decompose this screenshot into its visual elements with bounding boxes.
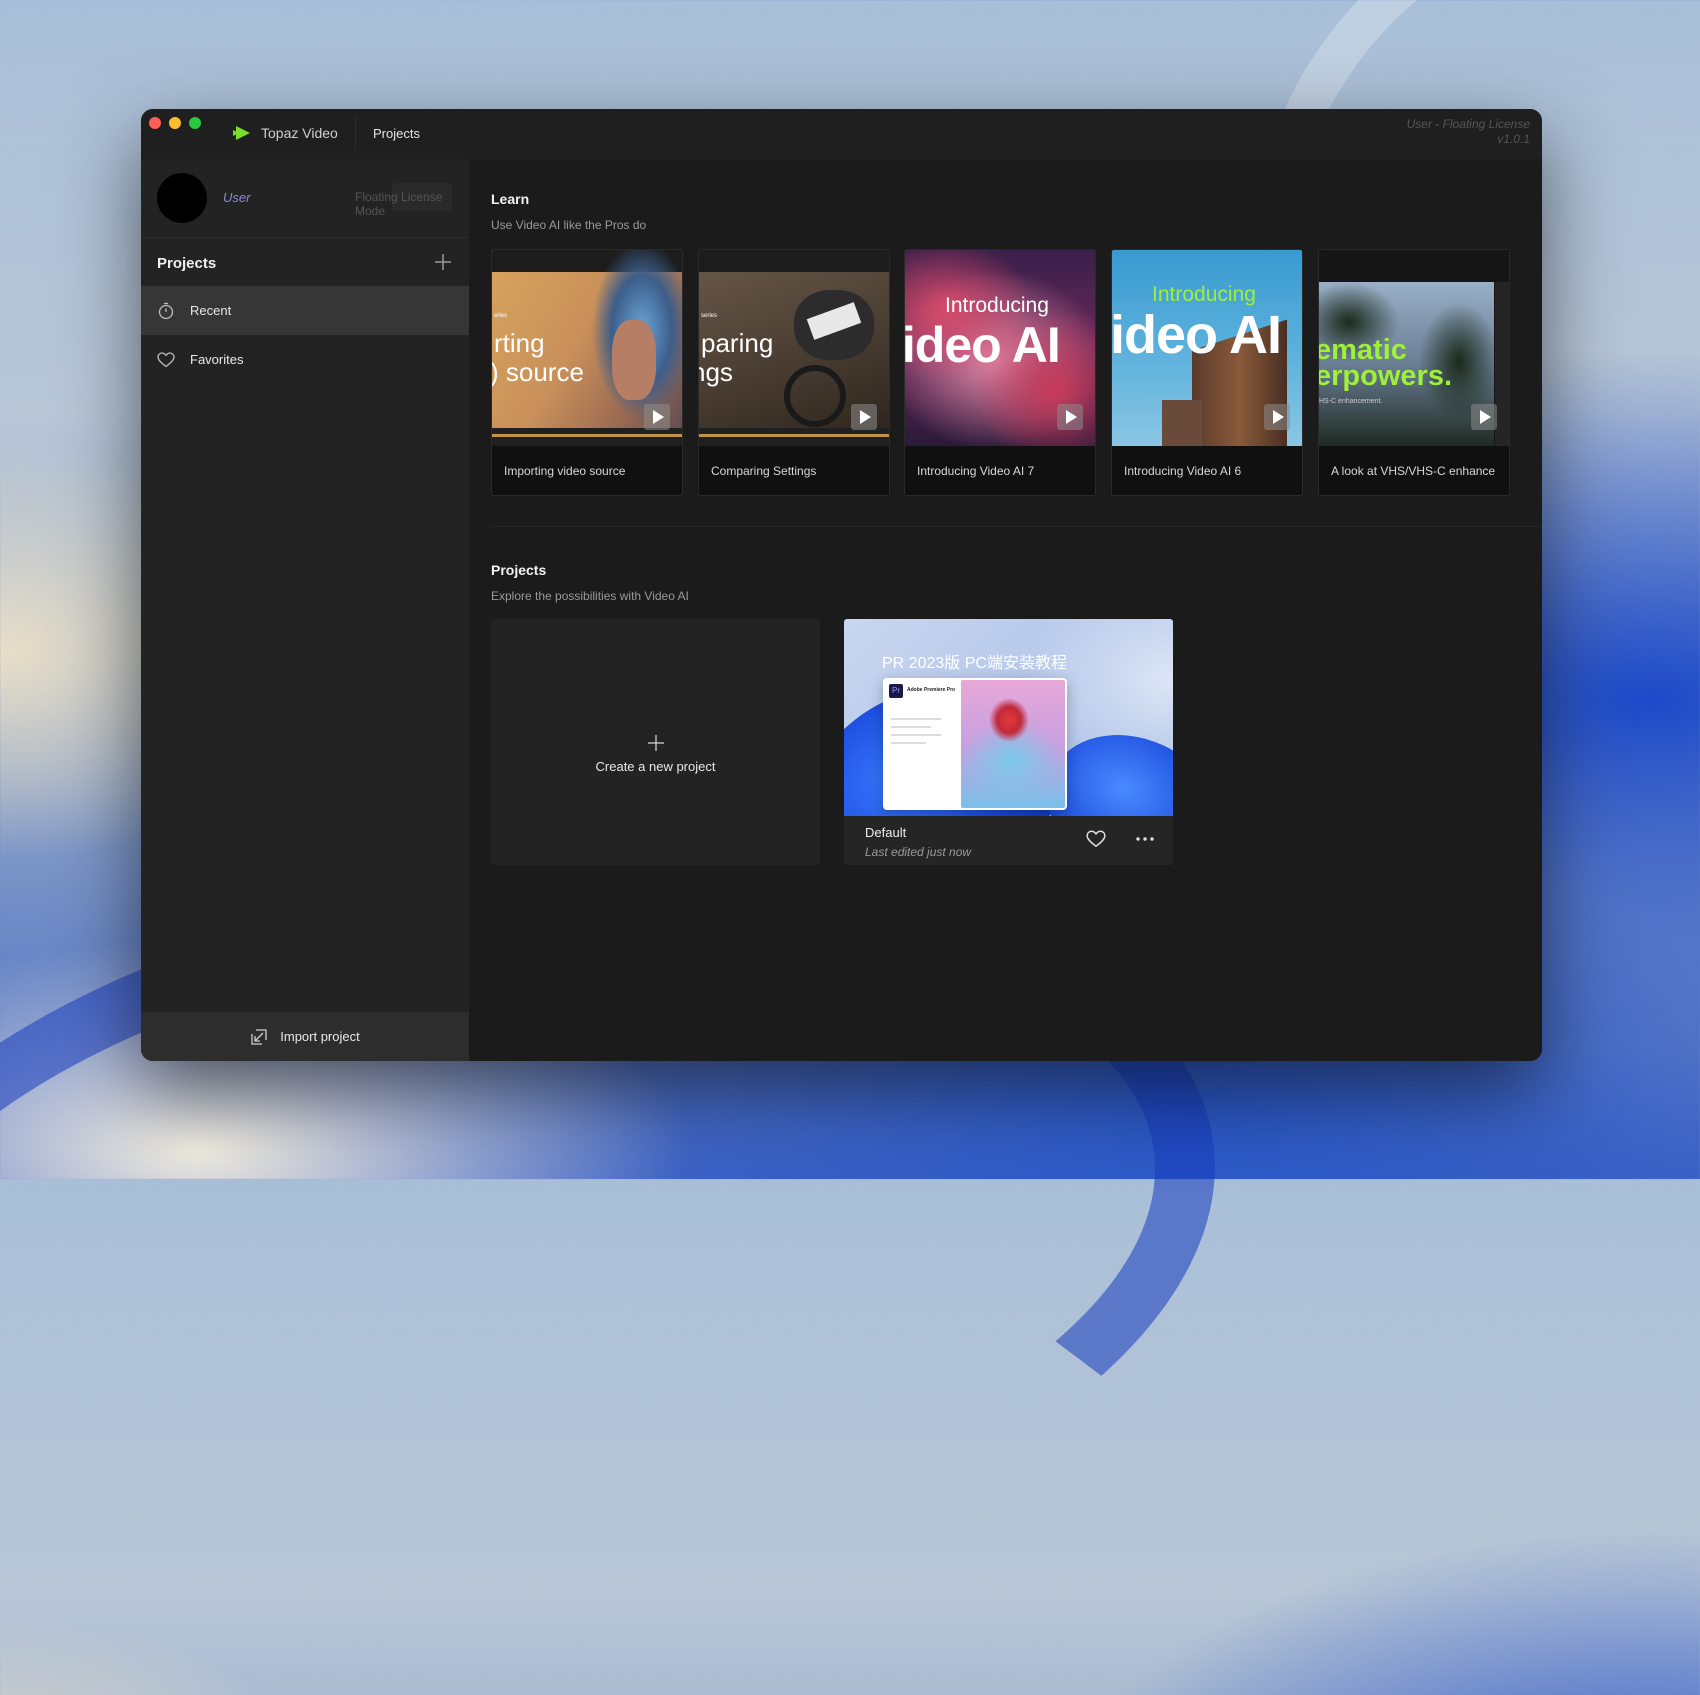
sidebar-item-label: Favorites xyxy=(190,352,244,367)
license-mode: Floating License Mode xyxy=(355,190,443,218)
heart-icon xyxy=(156,350,176,370)
plus-icon xyxy=(647,735,664,751)
import-label: Import project xyxy=(280,1029,360,1044)
create-project-card[interactable]: Create a new project xyxy=(491,619,820,865)
plus-icon xyxy=(435,254,451,270)
play-icon[interactable] xyxy=(851,404,877,430)
thumbnail-small-text: HS-C enhancement. xyxy=(1319,398,1383,405)
thumbnail-text: paring xyxy=(701,328,774,358)
video-caption: Importing video source xyxy=(504,463,626,478)
import-icon xyxy=(251,1028,267,1045)
video-caption: Introducing Video AI 7 xyxy=(917,463,1035,478)
video-thumbnail: Introducing /ideo AI xyxy=(905,250,1095,446)
project-name: Default xyxy=(865,825,907,840)
add-project-button[interactable] xyxy=(432,251,454,273)
stopwatch-icon xyxy=(156,301,176,321)
video-thumbnail: series paring ngs xyxy=(699,250,889,446)
video-thumbnail: ematic erpowers. HS-C enhancement. xyxy=(1319,250,1509,446)
video-caption: Comparing Settings xyxy=(711,463,817,478)
learn-subtitle: Use Video AI like the Pros do xyxy=(491,218,647,232)
thumbnail-text: /ideo AI xyxy=(1112,305,1282,365)
video-thumbnail: eries rting ) source xyxy=(492,250,682,446)
thumbnail-text: ) source xyxy=(492,357,584,387)
sidebar-item-favorites[interactable]: Favorites xyxy=(141,335,469,384)
play-icon[interactable] xyxy=(1057,404,1083,430)
learn-title: Learn xyxy=(491,191,530,207)
app-name: Topaz Video xyxy=(261,125,338,141)
thumbnail-small-text: series xyxy=(701,313,718,319)
thumbnail-text: /ideo AI xyxy=(905,317,1061,373)
learn-card[interactable]: Introducing /ideo AI Introducing Video A… xyxy=(904,249,1096,496)
sidebar-item-recent[interactable]: Recent xyxy=(141,286,469,335)
import-project-button[interactable]: Import project xyxy=(141,1012,469,1061)
section-divider xyxy=(491,526,1542,527)
premiere-app-name: Adobe Premiere Pro xyxy=(907,687,956,693)
premiere-badge: Pr xyxy=(889,684,903,698)
username[interactable]: User xyxy=(223,190,250,205)
heart-icon xyxy=(1086,830,1106,848)
avatar[interactable] xyxy=(157,173,207,223)
thumbnail-text: Introducing xyxy=(945,294,1049,317)
play-icon[interactable] xyxy=(1471,404,1497,430)
thumbnail-text: ngs xyxy=(699,357,733,387)
app-window: Topaz Video Projects User - Floating Lic… xyxy=(141,109,1542,1061)
close-window-button[interactable] xyxy=(149,117,161,129)
projects-subtitle: Explore the possibilities with Video AI xyxy=(491,589,689,603)
thumbnail-text: erpowers. xyxy=(1319,360,1452,392)
version-text: v1.0.1 xyxy=(1497,132,1530,146)
license-text: User - Floating License xyxy=(1406,117,1530,131)
create-project-content: Create a new project xyxy=(491,733,820,774)
video-thumbnail: Introducing /ideo AI xyxy=(1112,250,1302,446)
topaz-logo-icon xyxy=(233,126,250,140)
more-options-button[interactable] xyxy=(1134,830,1156,848)
create-project-label: Create a new project xyxy=(595,759,716,774)
maximize-window-button[interactable] xyxy=(189,117,201,129)
project-card[interactable]: PR 2023版 PC端安装教程 Pr Adobe Premiere Pro D… xyxy=(844,619,1173,865)
user-profile: User Floating License Mode xyxy=(141,159,469,238)
project-thumbnail: PR 2023版 PC端安装教程 Pr Adobe Premiere Pro xyxy=(844,619,1173,816)
license-info: User - Floating License v1.0.1 xyxy=(1407,117,1530,147)
title-bar: Topaz Video Projects User - Floating Lic… xyxy=(141,109,1542,160)
more-icon xyxy=(1136,837,1154,841)
video-caption: Introducing Video AI 6 xyxy=(1124,463,1242,478)
main-content: Learn Use Video AI like the Pros do erie… xyxy=(469,159,1542,1061)
thumbnail-small-text: eries xyxy=(494,313,508,319)
learn-card[interactable]: Introducing /ideo AI Introducing Video A… xyxy=(1111,249,1303,496)
title-divider xyxy=(355,117,356,151)
tab-projects[interactable]: Projects xyxy=(373,126,420,141)
favorite-project-button[interactable] xyxy=(1086,830,1106,848)
minimize-window-button[interactable] xyxy=(169,117,181,129)
thumbnail-title: PR 2023版 PC端安装教程 xyxy=(882,655,1067,672)
learn-card[interactable]: series paring ngs Comparing Settings xyxy=(698,249,890,496)
app-brand: Topaz Video xyxy=(233,125,338,141)
thumbnail-text: rting xyxy=(494,328,545,358)
learn-card[interactable]: ematic erpowers. HS-C enhancement. A loo… xyxy=(1318,249,1510,496)
project-last-edited: Last edited just now xyxy=(865,845,972,859)
sidebar-heading: Projects xyxy=(157,255,217,272)
sidebar: User Floating License Mode Projects Rece… xyxy=(141,159,469,1061)
video-caption: A look at VHS/VHS-C enhance xyxy=(1331,463,1496,478)
play-icon[interactable] xyxy=(644,404,670,430)
learn-card[interactable]: eries rting ) source Importing video sou… xyxy=(491,249,683,496)
projects-title: Projects xyxy=(491,562,547,578)
sidebar-item-label: Recent xyxy=(190,303,232,318)
play-icon[interactable] xyxy=(1264,404,1290,430)
